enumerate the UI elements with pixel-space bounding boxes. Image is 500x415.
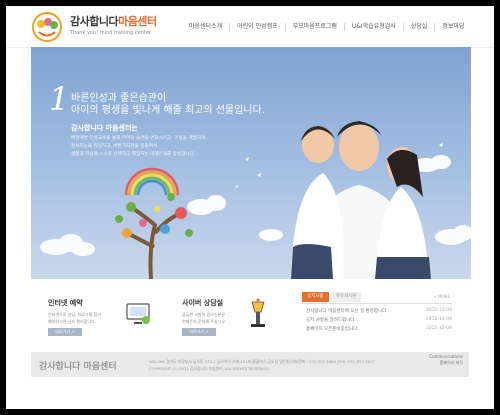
cyber-counseling-button[interactable]: 바로가기 >: [182, 328, 216, 336]
notice-more-link[interactable]: + MORE: [433, 294, 450, 299]
site-footer: 감사합니다 마음센터 480-060 경기도 의정부시 금오동 472-1 금오…: [31, 352, 469, 377]
notice-divider: [302, 303, 452, 304]
site-title-b: 마음센터: [118, 15, 157, 28]
tab-notice[interactable]: 공지사항: [302, 292, 329, 302]
panel-text-line: 인터넷으로 상담, 프로그램 참가: [48, 312, 101, 317]
nav-item-kids-camp[interactable]: 어린이 인성캠프: [229, 23, 285, 31]
nav-item-info[interactable]: 정보마당: [434, 23, 471, 31]
notice-item-title: 홈페이지 오픈준비중입니다.: [306, 327, 359, 332]
hero-intro-line: 정서지능을 향상하고, 바른가치관을 길들여서: [71, 144, 158, 149]
hero-illustration: [40, 121, 471, 279]
site-header: 감사합니다마음센터 Thank you! mind training cente…: [6, 6, 494, 48]
hero-number: 1: [49, 80, 70, 118]
footer-address: 480-060 경기도 의정부시 금오동 472-1 금오아이 스퀘 401호(…: [149, 358, 375, 372]
notice-item-date: 2012-10-09: [425, 317, 452, 322]
hero-banner: 1 바른인성과 좋은습관이 아이의 평생을 빛나게 해줄 최고의 선물입니다. …: [31, 47, 471, 279]
screenshot-frame: 감사합니다마음센터 Thank you! mind training cente…: [0, 0, 500, 415]
notice-item[interactable]: 감사합니다 마음센터에 오신 걸 환영합니다. 2012-10-09: [302, 308, 452, 317]
nav-item-about[interactable]: 마음센터소개: [182, 23, 229, 31]
hero-intro-line: 생활과 학습을 스스로 선택하고 책임지는 미래인재를 양성합니다.: [71, 152, 196, 157]
notice-item-title: 공지 사항을 알려드립니다.: [306, 318, 356, 323]
hero-intro: 매일매일 인성교육을 통해 아이의 습관을 변화시키고, 기질을 계발하여, 정…: [71, 135, 241, 159]
page: 감사합니다마음센터 Thank you! mind training cente…: [6, 6, 494, 409]
site-subtitle: Thank you! mind training center: [70, 30, 151, 36]
notice-board: 공지사항 자유게시판 + MORE 감사합니다 마음센터에 오신 걸 환영합니다…: [302, 292, 452, 340]
site-title: 감사합니다마음센터: [70, 13, 157, 29]
footer-address-line: 480-060 경기도 의정부시 금오동 472-1 금오아이 스퀘 401호(…: [149, 359, 375, 364]
hero-headline-2: 아이의 평생을 빛나게 해줄 최고의 선물입니다.: [71, 105, 265, 116]
notice-tabs: 공지사항 자유게시판: [302, 292, 363, 302]
panel-title: 사이버 상담실: [182, 299, 224, 307]
footer-site-name: 감사합니다 마음센터: [39, 362, 117, 372]
tab-free-board[interactable]: 자유게시판: [330, 292, 362, 302]
panel-title: 인터넷 예약: [48, 299, 83, 307]
footer-copyright: COPYRIGHT (C) 2012 감사합니다 마음센터, ALL RIGHT…: [149, 366, 269, 371]
nav-item-counseling[interactable]: 상담실: [402, 23, 435, 31]
hero-intro-title: 감사합니다 마음센터는: [71, 124, 138, 132]
notice-item-title: 감사합니다 마음센터에 오신 걸 환영합니다.: [306, 309, 388, 314]
notice-list: 감사합니다 마음센터에 오신 걸 환영합니다. 2012-10-09 공지 사항…: [302, 308, 452, 335]
site-logo[interactable]: 감사합니다마음센터 Thank you! mind training cente…: [30, 10, 180, 44]
notice-item-date: 2012-10-09: [425, 308, 452, 313]
site-title-a: 감사합니다: [70, 15, 119, 28]
nav-item-learning-test[interactable]: U&I학습유형검사: [343, 23, 403, 31]
notice-item-date: 2012-10-09: [425, 326, 452, 331]
notice-item[interactable]: 공지 사항을 알려드립니다. 2012-10-09: [302, 317, 452, 326]
monitor-icon: [126, 303, 150, 324]
lamp-icon: [251, 298, 265, 327]
hero-intro-line: 매일매일 인성교육을 통해 아이의 습관을 변화시키고, 기질을 계발하여,: [71, 136, 207, 141]
panel-text: 인터넷으로 상담, 프로그램 참가 예약하시면 신속 편리합니다.: [48, 311, 128, 325]
notice-item[interactable]: 홈페이지 오픈준비중입니다. 2012-10-09: [302, 326, 452, 335]
logo-smile-icon: [32, 12, 62, 42]
footer-brand[interactable]: Communications 홈페이지 제작: [429, 354, 463, 366]
nav-item-parent-program[interactable]: 부모마음프로그램: [284, 23, 344, 31]
main-nav: 마음센터소개 어린이 인성캠프 부모마음프로그램 U&I학습유형검사 상담실 정…: [182, 23, 471, 31]
panel-text-line: 예약하시면 신속 편리합니다.: [48, 319, 96, 324]
internet-reservation-button[interactable]: 바로가기 >: [48, 328, 82, 336]
footer-brand-sub: 홈페이지 제작: [439, 360, 463, 365]
